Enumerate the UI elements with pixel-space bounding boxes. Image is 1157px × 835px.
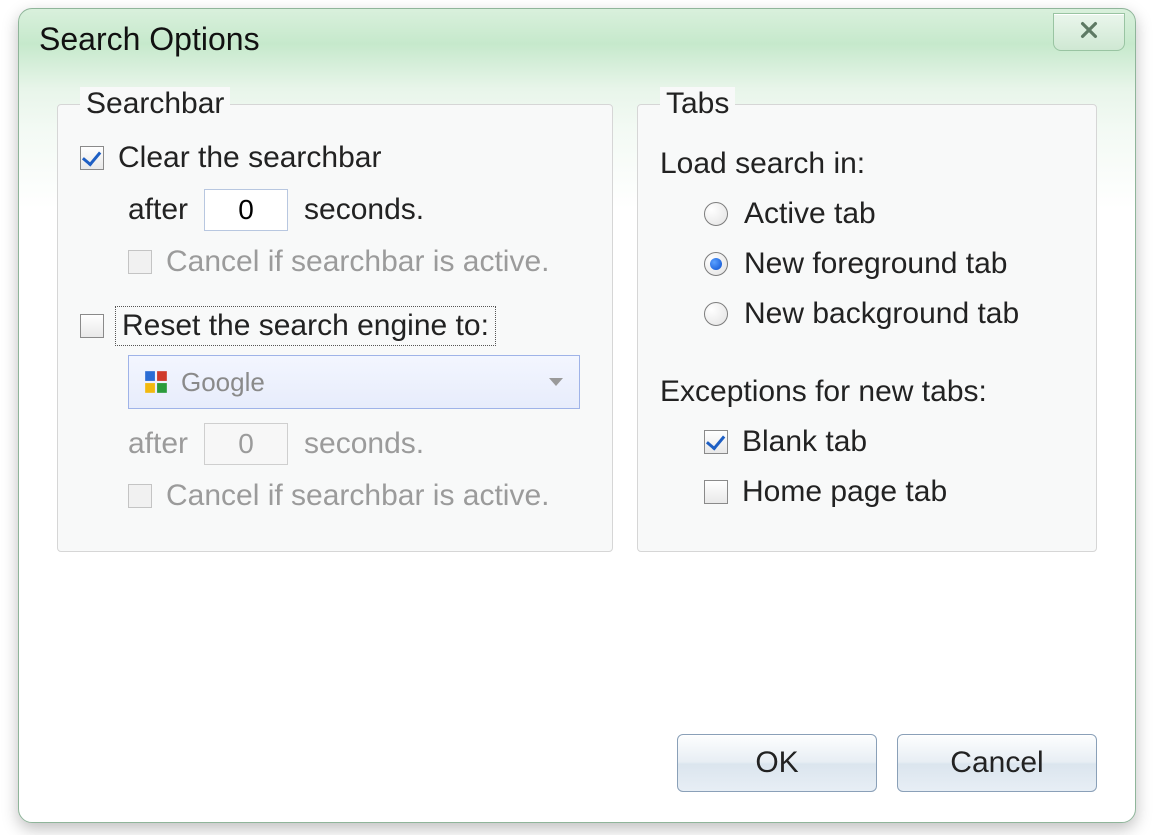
ok-button-label: OK	[755, 746, 798, 780]
clear-searchbar-label: Clear the searchbar	[118, 141, 381, 175]
reset-engine-checkbox[interactable]	[80, 314, 104, 338]
exception-blank-checkbox[interactable]	[704, 430, 728, 454]
radio-new-background[interactable]	[704, 302, 728, 326]
radio-new-foreground[interactable]	[704, 252, 728, 276]
chevron-down-icon	[549, 378, 563, 386]
tabs-group: Tabs Load search in: Active tab New fore…	[637, 87, 1097, 552]
exception-home-row: Home page tab	[704, 475, 1074, 509]
search-engine-selected: Google	[181, 367, 265, 398]
radio-new-foreground-label: New foreground tab	[744, 247, 1008, 281]
titlebar: Search Options	[19, 9, 1135, 69]
exception-blank-label: Blank tab	[742, 425, 867, 459]
clear-searchbar-checkbox[interactable]	[80, 146, 104, 170]
searchbar-legend: Searchbar	[80, 87, 230, 121]
clear-cancel-row: Cancel if searchbar is active.	[80, 245, 590, 279]
clear-after-row: after seconds.	[80, 189, 590, 231]
reset-after-row: after seconds.	[128, 423, 590, 465]
reset-engine-row: Reset the search engine to:	[80, 309, 590, 343]
search-engine-dropdown[interactable]: Google	[128, 355, 580, 409]
reset-engine-label: Reset the search engine to:	[118, 309, 493, 343]
reset-after-prefix: after	[128, 427, 188, 461]
clear-cancel-label: Cancel if searchbar is active.	[166, 245, 550, 279]
cancel-button-label: Cancel	[950, 746, 1043, 780]
reset-cancel-row: Cancel if searchbar is active.	[128, 479, 590, 513]
close-icon	[1078, 17, 1100, 48]
radio-active-tab-label: Active tab	[744, 197, 876, 231]
dialog-content: Searchbar Clear the searchbar after seco…	[57, 87, 1097, 792]
clear-cancel-checkbox	[128, 250, 152, 274]
button-bar: OK Cancel	[677, 734, 1097, 792]
radio-active-tab-row: Active tab	[704, 197, 1074, 231]
dialog-window: Search Options Searchbar Clear the searc…	[18, 8, 1136, 823]
reset-cancel-label: Cancel if searchbar is active.	[166, 479, 550, 513]
ok-button[interactable]: OK	[677, 734, 877, 792]
reset-after-input[interactable]	[204, 423, 288, 465]
after-prefix: after	[128, 193, 188, 227]
exceptions-heading: Exceptions for new tabs:	[660, 375, 1074, 409]
tabs-legend: Tabs	[660, 87, 735, 121]
google-icon	[143, 369, 169, 395]
cancel-button[interactable]: Cancel	[897, 734, 1097, 792]
after-suffix: seconds.	[304, 193, 424, 227]
exception-home-checkbox[interactable]	[704, 480, 728, 504]
exception-blank-row: Blank tab	[704, 425, 1074, 459]
radio-new-foreground-row: New foreground tab	[704, 247, 1074, 281]
searchbar-group: Searchbar Clear the searchbar after seco…	[57, 87, 613, 552]
dialog-title: Search Options	[39, 21, 260, 58]
clear-after-input[interactable]	[204, 189, 288, 231]
close-button[interactable]	[1053, 13, 1125, 51]
radio-active-tab[interactable]	[704, 202, 728, 226]
clear-searchbar-row: Clear the searchbar	[80, 141, 590, 175]
reset-cancel-checkbox	[128, 484, 152, 508]
radio-new-background-label: New background tab	[744, 297, 1019, 331]
exception-home-label: Home page tab	[742, 475, 947, 509]
load-search-heading: Load search in:	[660, 147, 1074, 181]
radio-new-background-row: New background tab	[704, 297, 1074, 331]
reset-after-suffix: seconds.	[304, 427, 424, 461]
